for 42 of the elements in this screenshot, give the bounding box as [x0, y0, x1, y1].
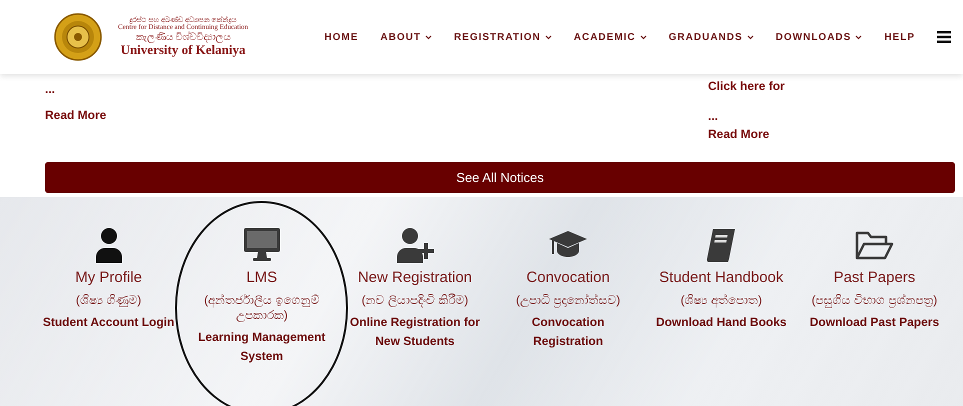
quick-link-title[interactable]: Past Papers — [834, 267, 916, 290]
chevron-down-icon — [746, 34, 754, 40]
monitor-icon — [242, 227, 282, 263]
see-all-notices-button[interactable]: See All Notices — [45, 162, 955, 193]
chevron-down-icon — [855, 34, 862, 40]
notice-text: Click here for — [708, 78, 786, 95]
sinhala-label: (උපාධි ප්‍රදානෝත්සව) — [516, 292, 620, 308]
sinhala-label: (පසුගිය විභාග ප්‍රශ්නපත්‍ර) — [812, 292, 938, 308]
user-plus-icon — [394, 227, 435, 263]
nav-link[interactable]: REGISTRATION — [454, 30, 552, 44]
sinhala-label: (නව ලියාපදිංචි කිරීම) — [362, 292, 468, 308]
quick-link-title[interactable]: Convocation — [526, 267, 610, 290]
nav-link[interactable]: HELP — [884, 30, 915, 44]
chevron-down-icon — [424, 34, 432, 40]
quick-link-title[interactable]: Student Handbook — [659, 267, 784, 290]
quick-link-description: Online Registration for New Students — [348, 314, 481, 350]
menu-icon[interactable] — [937, 31, 951, 43]
quick-link-title[interactable]: LMS — [246, 267, 278, 290]
nav-link[interactable]: ACADEMIC — [574, 30, 647, 44]
sinhala-label: (ශිෂ්‍ය අත්පොත) — [680, 292, 762, 308]
sinhala-label: (අන්තර්ජාලීය ඉගෙනුම් උපකාරක) — [203, 292, 320, 322]
quick-link-description: Download Past Papers — [810, 314, 940, 330]
nav-link[interactable]: DOWNLOADS — [776, 30, 862, 44]
sinhala-label: (ශිෂ්‍ය ගිණුම) — [76, 292, 142, 308]
read-more-link[interactable]: Read More — [708, 125, 918, 143]
quick-link-description: Learning Management System — [197, 328, 326, 365]
nav-link[interactable]: ABOUT — [380, 30, 432, 44]
quick-link-description: Convocation Registration — [530, 314, 606, 350]
chevron-down-icon — [544, 34, 552, 40]
notice-text: ... — [708, 108, 720, 125]
university-seal-icon — [54, 13, 102, 61]
quick-link-description: Student Account Login — [42, 314, 174, 330]
nav-link[interactable]: GRADUANDS — [668, 30, 754, 44]
nav-link[interactable]: HOME — [324, 30, 358, 44]
quick-link-title[interactable]: My Profile — [75, 267, 142, 290]
quick-link-title[interactable]: New Registration — [358, 267, 472, 290]
logo-text: University of Kelaniya — [120, 43, 246, 58]
read-more-link[interactable]: Read More — [45, 106, 106, 124]
chevron-down-icon — [640, 34, 647, 40]
quick-link-description: Download Hand Books — [656, 314, 787, 330]
logo-text: කැලණිය විශ්වවිද්‍යාලය — [136, 32, 230, 44]
notice-text: ... — [45, 81, 56, 98]
